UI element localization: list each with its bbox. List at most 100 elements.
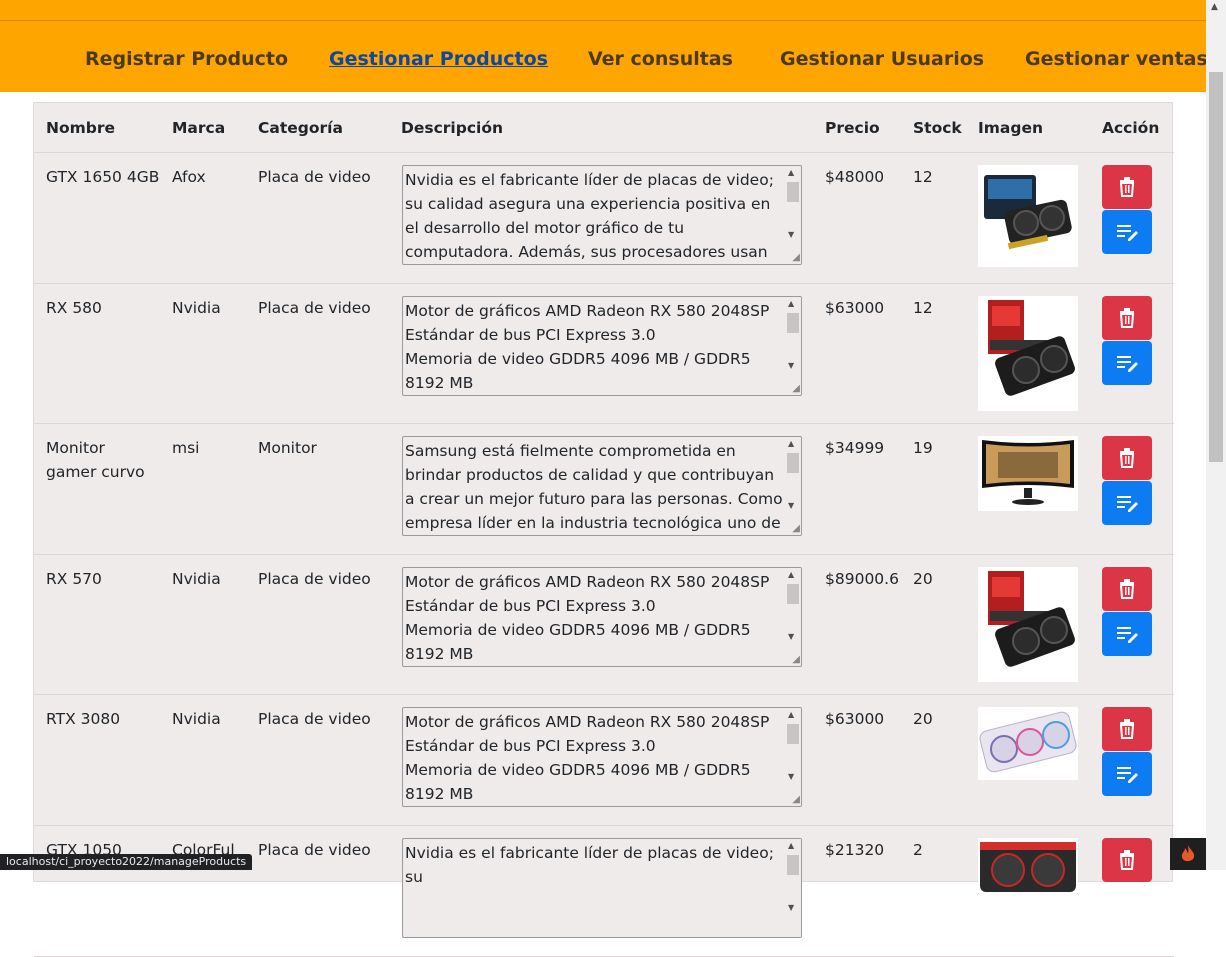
edit-note-icon xyxy=(1117,356,1138,372)
cell-categoria: Monitor xyxy=(258,439,317,457)
cell-nombre: RX 580 xyxy=(46,299,102,317)
header-accion: Acción xyxy=(1102,119,1160,137)
cell-stock: 20 xyxy=(913,710,933,728)
resize-grip-icon[interactable]: ◢ xyxy=(792,383,800,394)
description-text: Motor de gráficos AMD Radeon RX 580 2048… xyxy=(405,573,770,663)
header-precio: Precio xyxy=(825,119,880,137)
cell-stock: 2 xyxy=(913,841,923,859)
cell-stock: 19 xyxy=(913,439,933,457)
edit-note-icon xyxy=(1117,496,1138,512)
header-imagen: Imagen xyxy=(978,119,1044,137)
cell-nombre: Monitor gamer curvo xyxy=(46,439,145,481)
products-table: Nombre Marca Categoría Descripción Preci… xyxy=(33,102,1174,957)
monitor-image xyxy=(978,436,1078,511)
delete-button[interactable] xyxy=(1102,165,1152,209)
flame-icon xyxy=(1181,845,1195,862)
table-row: RX 580 Nvidia Placa de video Motor de gr… xyxy=(34,284,1174,424)
nav-gestionar-ventas[interactable]: Gestionar ventas xyxy=(1025,48,1208,70)
status-bar-url: localhost/ci_proyecto2022/manageProducts xyxy=(0,854,253,870)
description-textarea[interactable]: Motor de gráficos AMD Radeon RX 580 2048… xyxy=(402,296,802,396)
main-nav: Registrar Producto Gestionar Productos V… xyxy=(0,48,1208,78)
nav-gestionar-productos[interactable]: Gestionar Productos xyxy=(329,48,548,70)
description-textarea[interactable]: Nvidia es el fabricante líder de placas … xyxy=(402,838,802,938)
cell-marca: Afox xyxy=(172,168,206,186)
cell-marca: msi xyxy=(172,439,200,457)
trash-icon xyxy=(1119,850,1135,870)
cell-nombre: GTX 1650 4GB xyxy=(46,168,160,186)
delete-button[interactable] xyxy=(1102,296,1152,340)
cell-stock: 12 xyxy=(913,168,933,186)
edit-note-icon xyxy=(1117,627,1138,643)
edit-button[interactable] xyxy=(1102,612,1152,656)
description-textarea[interactable]: Nvidia es el fabricante líder de placas … xyxy=(402,165,802,265)
table-row: RX 570 Nvidia Placa de video Motor de gr… xyxy=(34,555,1174,695)
resize-grip-icon[interactable]: ◢ xyxy=(792,654,800,665)
cell-stock: 12 xyxy=(913,299,933,317)
description-textarea[interactable]: Samsung está fielmente comprometida en b… xyxy=(402,436,802,536)
textarea-scrollbar[interactable]: ▲ ▼ xyxy=(784,839,801,937)
description-text: Motor de gráficos AMD Radeon RX 580 2048… xyxy=(405,302,770,392)
trash-icon xyxy=(1119,448,1135,468)
table-row: GTX 1650 4GB Afox Placa de video Nvidia … xyxy=(34,153,1174,284)
resize-grip-icon[interactable]: ◢ xyxy=(792,252,800,263)
textarea-scrollbar[interactable]: ▲ ▼ xyxy=(784,437,801,535)
header-descripcion: Descripción xyxy=(401,119,504,137)
edit-button[interactable] xyxy=(1102,341,1152,385)
scrollbar-thumb[interactable] xyxy=(1209,72,1223,462)
delete-button[interactable] xyxy=(1102,567,1152,611)
cell-stock: 20 xyxy=(913,570,933,588)
delete-button[interactable] xyxy=(1102,436,1152,480)
trash-icon xyxy=(1119,719,1135,739)
resize-grip-icon[interactable]: ◢ xyxy=(792,794,800,805)
table-header: Nombre Marca Categoría Descripción Preci… xyxy=(34,103,1174,153)
textarea-scrollbar[interactable]: ▲ ▼ xyxy=(784,568,801,666)
trash-icon xyxy=(1119,177,1135,197)
cell-categoria: Placa de video xyxy=(258,570,371,588)
header-categoria: Categoría xyxy=(258,119,343,137)
textarea-scrollbar[interactable]: ▲ ▼ xyxy=(784,297,801,395)
cell-categoria: Placa de video xyxy=(258,710,371,728)
textarea-scrollbar[interactable]: ▲ ▼ xyxy=(784,708,801,806)
trash-icon xyxy=(1119,308,1135,328)
cell-marca: Nvidia xyxy=(172,299,221,317)
header-nombre: Nombre xyxy=(46,119,116,137)
trash-icon xyxy=(1119,579,1135,599)
edit-note-icon xyxy=(1117,225,1138,241)
cell-precio: $89000.6 xyxy=(825,570,899,588)
navbar-divider xyxy=(0,20,1206,21)
header-marca: Marca xyxy=(172,119,226,137)
nav-registrar-producto[interactable]: Registrar Producto xyxy=(85,48,288,70)
top-navbar: Registrar Producto Gestionar Productos V… xyxy=(0,0,1208,92)
gpu-image xyxy=(978,838,1078,898)
description-text: Nvidia es el fabricante líder de placas … xyxy=(405,171,774,261)
cell-precio: $63000 xyxy=(825,299,885,317)
edit-button[interactable] xyxy=(1102,481,1152,525)
description-text: Samsung está fielmente comprometida en b… xyxy=(405,442,783,532)
delete-button[interactable] xyxy=(1102,707,1152,751)
cell-precio: $21320 xyxy=(825,841,885,859)
cell-precio: $34999 xyxy=(825,439,885,457)
gpu-image xyxy=(978,296,1078,411)
nav-ver-consultas[interactable]: Ver consultas xyxy=(588,48,733,70)
edit-button[interactable] xyxy=(1102,210,1152,254)
cell-marca: Nvidia xyxy=(172,570,221,588)
cell-categoria: Placa de video xyxy=(258,168,371,186)
table-row: Monitor gamer curvo msi Monitor Samsung … xyxy=(34,424,1174,555)
page-scrollbar[interactable]: ▲ xyxy=(1206,0,1226,870)
edit-button[interactable] xyxy=(1102,752,1152,796)
debug-toolbar-button[interactable] xyxy=(1170,838,1206,870)
description-textarea[interactable]: Motor de gráficos AMD Radeon RX 580 2048… xyxy=(402,707,802,807)
cell-categoria: Placa de video xyxy=(258,841,371,859)
delete-button[interactable] xyxy=(1102,838,1152,882)
edit-note-icon xyxy=(1117,767,1138,783)
cell-nombre: RX 570 xyxy=(46,570,102,588)
cell-categoria: Placa de video xyxy=(258,299,371,317)
resize-grip-icon[interactable]: ◢ xyxy=(792,523,800,534)
nav-gestionar-usuarios[interactable]: Gestionar Usuarios xyxy=(780,48,984,70)
cell-precio: $48000 xyxy=(825,168,885,186)
cell-precio: $63000 xyxy=(825,710,885,728)
textarea-scrollbar[interactable]: ▲ ▼ xyxy=(784,166,801,264)
description-textarea[interactable]: Motor de gráficos AMD Radeon RX 580 2048… xyxy=(402,567,802,667)
scroll-up-icon[interactable]: ▲ xyxy=(1211,2,1218,12)
cell-nombre: RTX 3080 xyxy=(46,710,121,728)
